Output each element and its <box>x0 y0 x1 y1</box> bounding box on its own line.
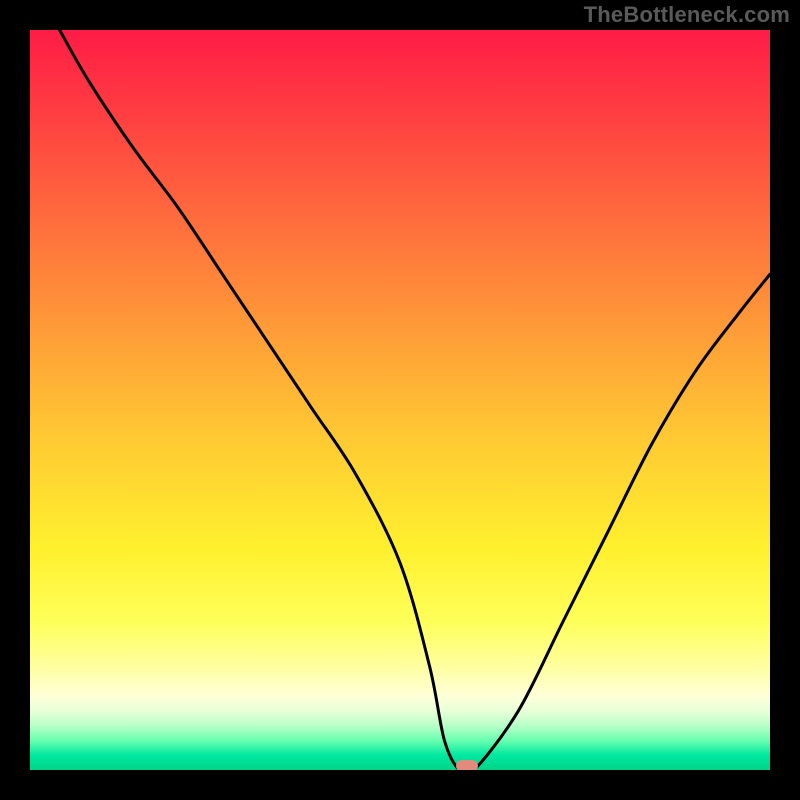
watermark-text: TheBottleneck.com <box>584 2 790 28</box>
curve-svg <box>30 30 770 770</box>
optimal-marker <box>456 760 478 770</box>
plot-area <box>30 30 770 770</box>
bottleneck-curve <box>60 30 770 770</box>
chart-frame: TheBottleneck.com <box>0 0 800 800</box>
